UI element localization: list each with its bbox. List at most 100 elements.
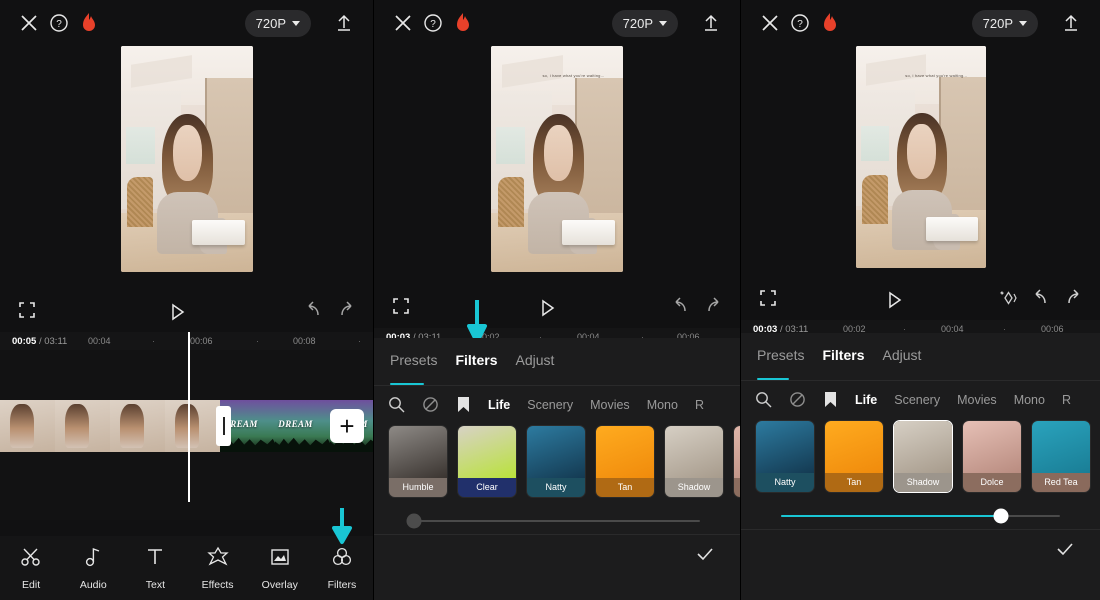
toolbar-item-edit[interactable]: Edit bbox=[0, 546, 62, 591]
filter-item[interactable]: Red Tea bbox=[1031, 420, 1091, 493]
intensity-slider[interactable] bbox=[741, 501, 1100, 529]
toolbar-item-filters[interactable]: Filters bbox=[311, 507, 373, 591]
slider-track[interactable] bbox=[781, 508, 1060, 524]
clip-thumbnail[interactable] bbox=[55, 400, 110, 452]
fullscreen-icon[interactable] bbox=[392, 297, 422, 320]
category-scenery[interactable]: Scenery bbox=[527, 398, 573, 412]
filter-item[interactable]: Natty bbox=[755, 420, 815, 493]
filter-item[interactable]: Humble bbox=[388, 425, 448, 498]
category-scenery[interactable]: Scenery bbox=[894, 393, 940, 407]
filter-item[interactable]: Tan bbox=[824, 420, 884, 493]
none-filter-icon[interactable] bbox=[789, 391, 806, 408]
upload-icon[interactable] bbox=[329, 8, 359, 38]
filter-item[interactable]: Dolce bbox=[962, 420, 1022, 493]
upload-icon[interactable] bbox=[696, 8, 726, 38]
category-movies[interactable]: Movies bbox=[957, 393, 997, 407]
check-icon[interactable] bbox=[1054, 538, 1076, 565]
redo-icon[interactable] bbox=[337, 300, 355, 324]
resolution-selector[interactable]: 720P bbox=[244, 9, 311, 37]
tab-adjust[interactable]: Adjust bbox=[515, 352, 554, 377]
filter-preview bbox=[389, 426, 447, 478]
ruler-dot: · bbox=[256, 336, 259, 346]
tab-filters[interactable]: Filters bbox=[455, 352, 497, 377]
fullscreen-icon[interactable] bbox=[18, 301, 48, 324]
search-icon[interactable] bbox=[388, 396, 405, 413]
category-r[interactable]: R bbox=[695, 398, 704, 412]
search-icon[interactable] bbox=[755, 391, 772, 408]
tab-presets[interactable]: Presets bbox=[390, 352, 437, 377]
none-filter-icon[interactable] bbox=[422, 396, 439, 413]
clip-thumbnail[interactable] bbox=[110, 400, 165, 452]
close-icon[interactable] bbox=[755, 8, 785, 38]
video-preview[interactable]: so, i have what you're waiting... bbox=[741, 46, 1100, 268]
category-life[interactable]: Life bbox=[488, 398, 510, 412]
timeline-track-area[interactable]: DREAM DREAM DREAM + bbox=[0, 332, 373, 520]
category-r[interactable]: R bbox=[1062, 393, 1071, 407]
close-icon[interactable] bbox=[14, 8, 44, 38]
slider-track[interactable] bbox=[406, 513, 700, 529]
toolbar-label: Edit bbox=[22, 578, 41, 591]
help-icon[interactable]: ? bbox=[44, 8, 74, 38]
tab-presets[interactable]: Presets bbox=[757, 347, 804, 372]
toolbar-item-text[interactable]: Text bbox=[124, 546, 186, 591]
timeline-ruler[interactable]: 00:05 / 03:11 00:04 · 00:06 · 00:08 · bbox=[0, 332, 373, 350]
category-movies[interactable]: Movies bbox=[590, 398, 630, 412]
bookmark-icon[interactable] bbox=[456, 396, 471, 413]
clip-thumbnail[interactable] bbox=[165, 400, 220, 452]
preview-controls bbox=[0, 292, 373, 332]
filter-preview bbox=[963, 421, 1021, 473]
resolution-selector[interactable]: 720P bbox=[971, 9, 1038, 37]
video-preview[interactable] bbox=[0, 46, 373, 272]
category-mono[interactable]: Mono bbox=[647, 398, 678, 412]
tab-adjust[interactable]: Adjust bbox=[882, 347, 921, 372]
undo-icon[interactable] bbox=[1032, 288, 1050, 312]
filter-item[interactable]: Clear bbox=[457, 425, 517, 498]
add-clip-button[interactable]: + bbox=[330, 409, 364, 443]
filter-item-selected[interactable]: Shadow bbox=[893, 420, 953, 493]
clip-thumbnail[interactable] bbox=[0, 400, 55, 452]
resolution-selector[interactable]: 720P bbox=[611, 9, 678, 37]
filter-preview bbox=[825, 421, 883, 473]
slider-knob[interactable] bbox=[993, 508, 1009, 524]
close-icon[interactable] bbox=[388, 8, 418, 38]
toolbar-item-overlay[interactable]: Overlay bbox=[249, 546, 311, 591]
intensity-slider[interactable] bbox=[374, 506, 740, 534]
fullscreen-icon[interactable] bbox=[759, 289, 789, 312]
tab-filters[interactable]: Filters bbox=[822, 347, 864, 372]
play-icon[interactable] bbox=[789, 290, 998, 310]
clip-thumbnail[interactable]: DREAM bbox=[275, 400, 330, 452]
help-icon[interactable]: ? bbox=[785, 8, 815, 38]
filter-item[interactable]: Dolce bbox=[733, 425, 740, 498]
filter-thumbnail-row[interactable]: Natty Tan Shadow Dolce Red Tea bbox=[741, 416, 1100, 501]
flame-icon[interactable] bbox=[74, 8, 104, 38]
clip-filmstrip[interactable]: DREAM DREAM DREAM bbox=[0, 400, 373, 452]
play-icon[interactable] bbox=[48, 302, 305, 322]
check-icon[interactable] bbox=[694, 543, 716, 570]
svg-text:?: ? bbox=[797, 19, 803, 30]
resolution-label: 720P bbox=[255, 15, 286, 31]
flame-icon[interactable] bbox=[448, 8, 478, 38]
category-life[interactable]: Life bbox=[855, 393, 877, 407]
undo-icon[interactable] bbox=[672, 296, 690, 320]
undo-icon[interactable] bbox=[305, 300, 323, 324]
flame-icon[interactable] bbox=[815, 8, 845, 38]
filter-item[interactable]: Shadow bbox=[664, 425, 724, 498]
filter-item[interactable]: Natty bbox=[526, 425, 586, 498]
redo-icon[interactable] bbox=[1064, 288, 1082, 312]
filter-item[interactable]: Tan bbox=[595, 425, 655, 498]
video-preview[interactable]: so, i have what you're waiting... bbox=[374, 46, 740, 272]
redo-icon[interactable] bbox=[704, 296, 722, 320]
clip-trim-handle[interactable] bbox=[216, 406, 231, 446]
tab-active-indicator bbox=[390, 382, 424, 385]
toolbar-item-effects[interactable]: Effects bbox=[187, 546, 249, 591]
upload-icon[interactable] bbox=[1056, 8, 1086, 38]
play-icon[interactable] bbox=[422, 298, 672, 318]
category-mono[interactable]: Mono bbox=[1014, 393, 1045, 407]
bookmark-icon[interactable] bbox=[823, 391, 838, 408]
slider-knob[interactable] bbox=[406, 513, 422, 529]
help-icon[interactable]: ? bbox=[418, 8, 448, 38]
keyframe-icon[interactable] bbox=[998, 289, 1018, 312]
toolbar-item-audio[interactable]: Audio bbox=[62, 546, 124, 591]
playhead[interactable] bbox=[188, 332, 190, 502]
filter-thumbnail-row[interactable]: Humble Clear Natty Tan Shadow Dolce bbox=[374, 421, 740, 506]
